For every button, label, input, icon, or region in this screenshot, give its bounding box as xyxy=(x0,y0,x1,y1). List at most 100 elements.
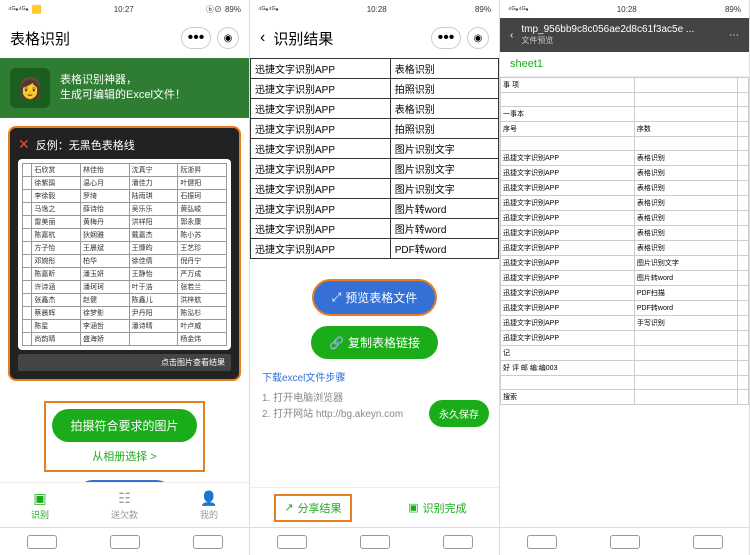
preview-label: 预览表格文件 xyxy=(345,289,417,306)
status-time: 10:27 xyxy=(114,5,134,14)
table-cell xyxy=(501,93,635,107)
save-button[interactable]: 永久保存 xyxy=(429,400,489,427)
table-cell: 倪丹宁 xyxy=(178,255,227,268)
table-cell: 潘玉妍 xyxy=(81,268,130,281)
table-cell: 盛海娇 xyxy=(81,333,130,346)
android-recent[interactable] xyxy=(193,535,223,549)
popup-header: ✕ 反例：无黑色表格线 xyxy=(18,136,231,153)
capture-button[interactable]: 拍摄符合要求的图片 xyxy=(52,409,196,442)
back-icon[interactable]: ‹ xyxy=(510,30,513,41)
table-cell: 许诗涵 xyxy=(32,281,81,294)
target-icon[interactable]: ◉ xyxy=(467,27,489,49)
target-icon[interactable]: ◉ xyxy=(217,27,239,49)
table-cell xyxy=(634,137,737,151)
table-cell xyxy=(738,137,749,151)
table-cell xyxy=(738,211,749,226)
phone-screen-3: ⁴ᴳ▪⁴ᴳ▪ 10:28 89% ‹ tmp_956bb9c8c056ae2d8… xyxy=(500,0,750,555)
app-header: 表格识别 ••• ◉ xyxy=(0,18,249,58)
table-cell: 图片转word xyxy=(390,219,498,239)
table-cell: 陈星 xyxy=(32,320,81,333)
nav-send[interactable]: ☷ 送欠款 xyxy=(111,490,138,521)
sheet-tab[interactable]: sheet1 xyxy=(500,52,749,77)
android-back[interactable] xyxy=(27,535,57,549)
table-cell: 方子怡 xyxy=(32,242,81,255)
share-result[interactable]: ↗ 分享结果 xyxy=(274,494,351,522)
table-cell: 严万成 xyxy=(178,268,227,281)
table-cell: 迅捷文字识别APP xyxy=(501,286,635,301)
example-popup: ✕ 反例：无黑色表格线 石欣赏林佳怡沈真宁阮浙昇徐紫鹃温心月潘佳力叶健阳李徐毅罗… xyxy=(8,126,241,381)
table-cell xyxy=(634,331,737,346)
menu-icon[interactable]: ••• xyxy=(181,27,211,49)
table-cell: 尚韵晴 xyxy=(32,333,81,346)
android-back[interactable] xyxy=(527,535,557,549)
table-cell: 黄弘峻 xyxy=(178,203,227,216)
table-cell: 潘珂珂 xyxy=(81,281,130,294)
example-table-image[interactable]: 石欣赏林佳怡沈真宁阮浙昇徐紫鹃温心月潘佳力叶健阳李徐毅罗绮陆雨琪石振珂马逸之薛诗… xyxy=(18,159,231,350)
table-cell xyxy=(23,229,32,242)
android-home[interactable] xyxy=(110,535,140,549)
table-cell: 徐紫鹃 xyxy=(32,177,81,190)
table-cell: 赵健 xyxy=(81,294,130,307)
highlighted-group: 拍摄符合要求的图片 从相册选择 > xyxy=(44,401,204,472)
table-cell xyxy=(738,346,749,361)
table-cell: 表格识别 xyxy=(390,59,498,79)
table-cell xyxy=(738,166,749,181)
table-cell: 迅捷文字识别APP xyxy=(501,331,635,346)
table-cell: 迅捷文字识别APP xyxy=(501,241,635,256)
table-cell: 王晨斌 xyxy=(81,242,130,255)
recognition-done[interactable]: ▣ 识别完成 xyxy=(400,496,474,520)
table-cell: 迅捷文字识别APP xyxy=(251,199,391,219)
table-cell: 石振珂 xyxy=(178,190,227,203)
table-cell: 表格识别 xyxy=(634,151,737,166)
table-cell: 雷美丽 xyxy=(32,216,81,229)
spreadsheet-area[interactable]: 事 项一事本序号序数迅捷文字识别APP表格识别迅捷文字识别APP表格识别迅捷文字… xyxy=(500,77,749,527)
table-cell: 记 xyxy=(501,346,635,361)
table-cell xyxy=(634,93,737,107)
table-cell xyxy=(738,226,749,241)
popup-footer[interactable]: 点击图片查看结果 xyxy=(18,354,231,371)
table-cell: 图片转word xyxy=(390,199,498,219)
bluetooth-icon: ⓑ⊘ xyxy=(206,4,222,15)
table-cell: 杨金炜 xyxy=(178,333,227,346)
table-cell: 迅捷文字识别APP xyxy=(501,211,635,226)
table-cell: 迅捷文字识别APP xyxy=(501,271,635,286)
link-icon: 🔗 xyxy=(329,336,344,350)
android-recent[interactable] xyxy=(693,535,723,549)
close-icon[interactable]: ✕ xyxy=(18,136,30,153)
table-cell: 薛诗怡 xyxy=(81,203,130,216)
table-cell: 陈鑫儿 xyxy=(129,294,178,307)
android-home[interactable] xyxy=(610,535,640,549)
table-cell: 序数 xyxy=(634,122,737,137)
table-cell: 沈真宁 xyxy=(129,164,178,177)
android-back[interactable] xyxy=(277,535,307,549)
table-cell xyxy=(23,242,32,255)
more-icon[interactable]: ⋯ xyxy=(729,30,739,41)
result-table: 迅捷文字识别APP表格识别迅捷文字识别APP拍照识别迅捷文字识别APP表格识别迅… xyxy=(250,58,499,259)
table-cell: 王慷昀 xyxy=(129,242,178,255)
signal-icon: ⁴ᴳ▪⁴ᴳ▪ xyxy=(508,5,528,14)
android-recent[interactable] xyxy=(443,535,473,549)
table-cell xyxy=(738,181,749,196)
action-buttons: ⤢ 预览表格文件 🔗 复制表格链接 xyxy=(250,279,499,359)
album-link[interactable]: 从相册选择 > xyxy=(92,448,156,464)
health-button[interactable]: 拍照识健康 xyxy=(76,480,172,482)
battery-text: 89% xyxy=(475,5,491,14)
table-cell: 迅捷文字识别APP xyxy=(501,196,635,211)
intro-banner: 👩 表格识别神器， 生成可编辑的Excel文件！ xyxy=(0,58,249,118)
header-actions: ••• ◉ xyxy=(181,27,239,49)
table-cell xyxy=(634,107,737,122)
menu-icon[interactable]: ••• xyxy=(431,27,461,49)
table-cell: 迅捷文字识别APP xyxy=(251,219,391,239)
back-icon[interactable]: ‹ xyxy=(260,29,265,47)
table-cell: 张鑫杰 xyxy=(32,294,81,307)
table-cell xyxy=(738,256,749,271)
phone-screen-2: ⁴ᴳ▪⁴ᴳ▪ 10:28 89% ‹ 识别结果 ••• ◉ 迅捷文字识别APP表… xyxy=(250,0,500,555)
table-cell: 潘诗晴 xyxy=(129,320,178,333)
copy-link-button[interactable]: 🔗 复制表格链接 xyxy=(311,326,438,359)
android-home[interactable] xyxy=(360,535,390,549)
nav-mine[interactable]: 👤 我的 xyxy=(200,490,218,521)
table-cell: 好 评 邮 编:编003 xyxy=(501,361,635,376)
preview-button[interactable]: ⤢ 预览表格文件 xyxy=(312,279,438,316)
table-cell: 表格识别 xyxy=(634,211,737,226)
nav-recognize[interactable]: ▣ 识别 xyxy=(31,490,49,521)
